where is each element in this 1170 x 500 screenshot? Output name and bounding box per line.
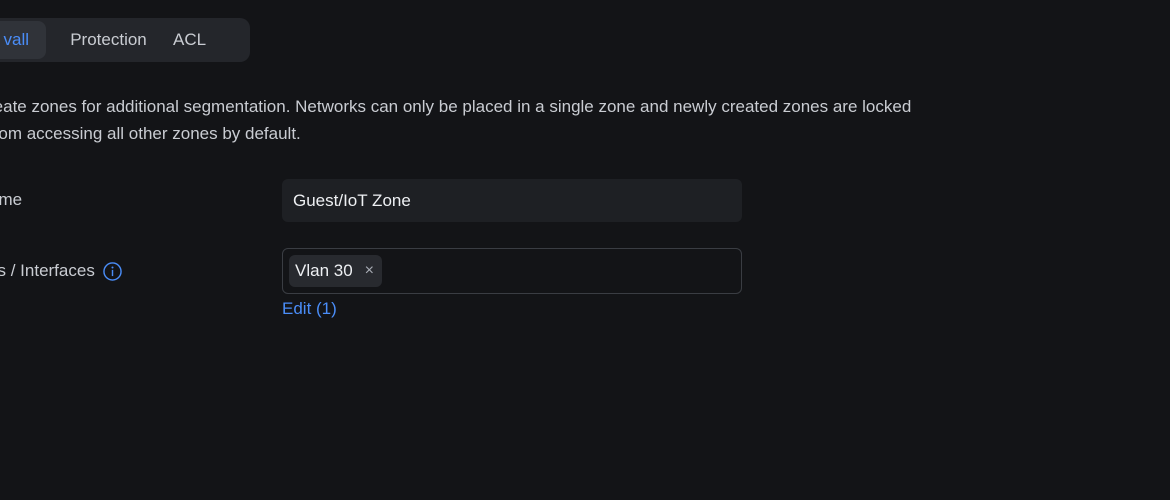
network-chip-label: Vlan 30	[295, 261, 353, 280]
tab-protection[interactable]: Protection	[46, 21, 171, 59]
network-chip: Vlan 30 ×	[289, 255, 383, 287]
tab-acl[interactable]: ACL	[171, 21, 245, 59]
edit-networks-link[interactable]: Edit (1)	[282, 299, 337, 319]
name-label: ame	[0, 190, 23, 209]
segmented-tab-bar: vall Protection ACL	[0, 18, 250, 62]
networks-interfaces-label: ks / Interfaces	[0, 261, 122, 281]
zone-description: reate zones for additional segmentation.…	[0, 97, 912, 143]
networks-multiselect[interactable]: Vlan 30 ×	[282, 248, 742, 294]
tab-firewall[interactable]: vall	[0, 21, 46, 59]
info-icon[interactable]	[103, 261, 122, 281]
zone-name-input[interactable]	[282, 179, 742, 222]
zone-settings-page: vall Protection ACL reate zones for addi…	[0, 0, 1170, 500]
networks-interfaces-label-text: ks / Interfaces	[0, 261, 95, 280]
chip-remove-icon[interactable]: ×	[365, 263, 374, 279]
